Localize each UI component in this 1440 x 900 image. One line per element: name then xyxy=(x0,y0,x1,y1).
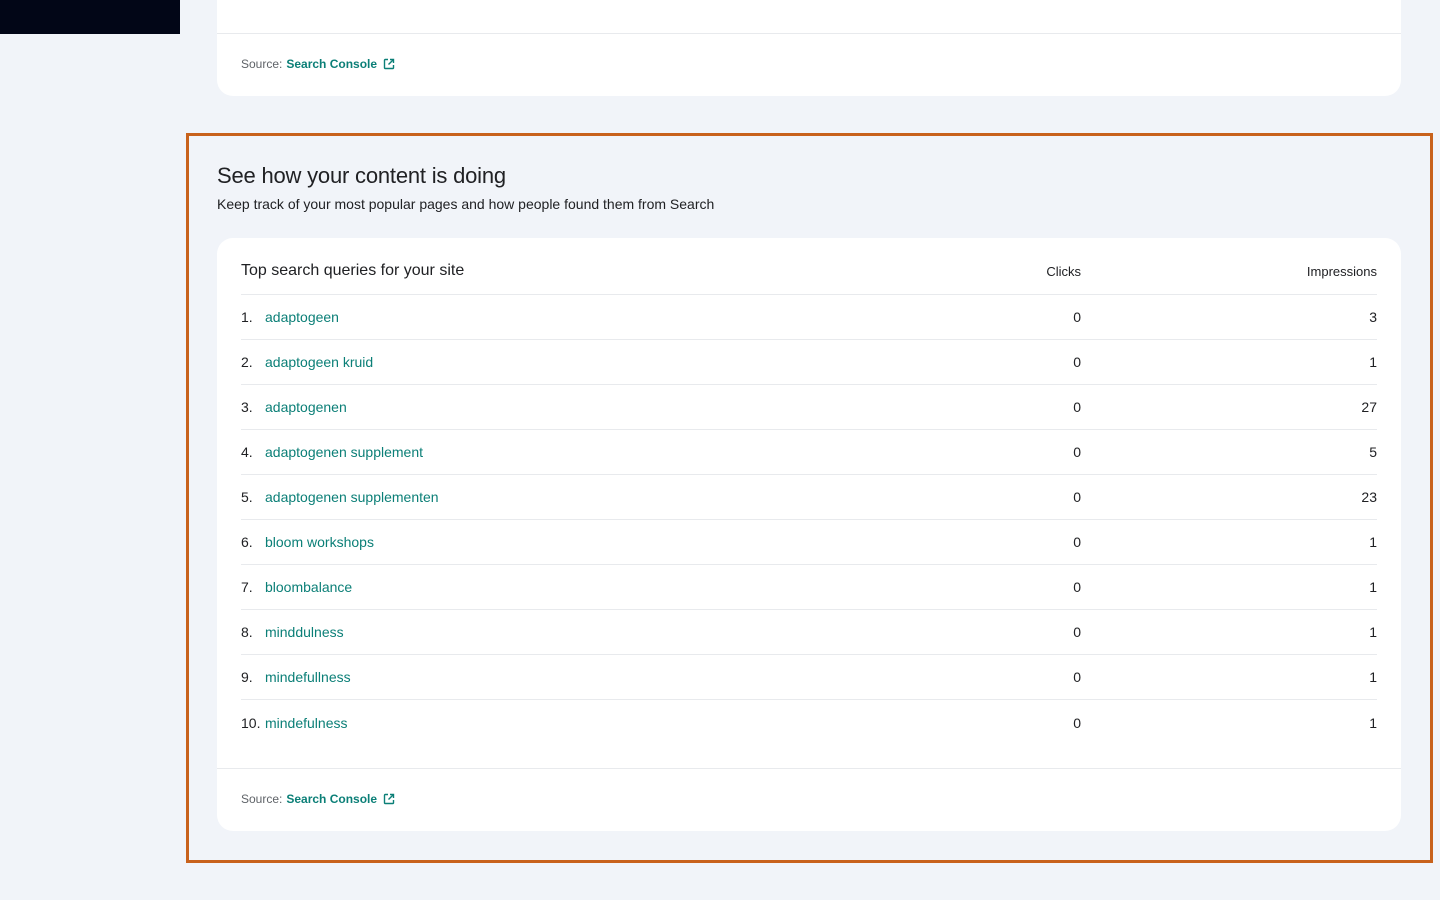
source-attribution: Source: Search Console xyxy=(241,792,395,806)
column-header-impressions: Impressions xyxy=(1306,263,1377,279)
row-clicks: 0 xyxy=(1073,669,1081,685)
query-link[interactable]: adaptogeen xyxy=(265,309,961,325)
query-link[interactable]: adaptogenen supplement xyxy=(265,444,961,460)
source-attribution: Source: Search Console xyxy=(241,57,395,71)
row-impressions: 1 xyxy=(1369,714,1377,731)
source-label: Source: xyxy=(241,792,283,806)
row-impressions: 3 xyxy=(1369,309,1377,325)
row-impressions: 1 xyxy=(1369,579,1377,595)
row-rank: 8. xyxy=(241,624,253,640)
previous-report-card: Source: Search Console xyxy=(217,0,1401,96)
query-link[interactable]: mindefullness xyxy=(265,669,961,685)
row-impressions: 5 xyxy=(1369,444,1377,460)
section-subtitle: Keep track of your most popular pages an… xyxy=(217,196,715,212)
table-header: Top search queries for your site Clicks … xyxy=(241,238,1377,295)
table-row: 7. bloombalance 0 1 xyxy=(241,565,1377,610)
table-row: 2. adaptogeen kruid 0 1 xyxy=(241,340,1377,385)
external-link-icon xyxy=(383,58,395,70)
row-impressions: 1 xyxy=(1369,354,1377,370)
row-rank: 3. xyxy=(241,399,253,415)
external-link-icon xyxy=(383,793,395,805)
query-link[interactable]: adaptogenen supplementen xyxy=(265,489,961,505)
query-link[interactable]: mindefulness xyxy=(265,715,961,731)
card-divider xyxy=(217,33,1401,34)
search-console-link[interactable]: Search Console xyxy=(286,57,395,71)
query-link[interactable]: adaptogeen kruid xyxy=(265,354,961,370)
row-clicks: 0 xyxy=(1073,579,1081,595)
sidebar-header-block xyxy=(0,0,180,34)
table-row: 5. adaptogenen supplementen 0 23 xyxy=(241,475,1377,520)
row-impressions: 1 xyxy=(1369,669,1377,685)
row-clicks: 0 xyxy=(1073,714,1081,731)
row-clicks: 0 xyxy=(1073,624,1081,640)
table-row: 3. adaptogenen 0 27 xyxy=(241,385,1377,430)
search-console-link-text: Search Console xyxy=(286,792,378,806)
row-clicks: 0 xyxy=(1073,354,1081,370)
row-impressions: 1 xyxy=(1369,624,1377,640)
row-rank: 1. xyxy=(241,309,253,325)
row-clicks: 0 xyxy=(1073,534,1081,550)
table-row: 4. adaptogenen supplement 0 5 xyxy=(241,430,1377,475)
column-header-clicks: Clicks xyxy=(1046,263,1081,279)
query-link[interactable]: minddulness xyxy=(265,624,961,640)
search-console-link[interactable]: Search Console xyxy=(286,792,395,806)
table-row: 9. mindefullness 0 1 xyxy=(241,655,1377,700)
source-label: Source: xyxy=(241,57,283,71)
row-rank: 6. xyxy=(241,534,253,550)
row-rank: 4. xyxy=(241,444,253,460)
row-impressions: 1 xyxy=(1369,534,1377,550)
row-impressions: 23 xyxy=(1361,489,1377,505)
row-clicks: 0 xyxy=(1073,309,1081,325)
top-queries-card: Top search queries for your site Clicks … xyxy=(217,238,1401,831)
section-title: See how your content is doing xyxy=(217,163,506,188)
row-clicks: 0 xyxy=(1073,489,1081,505)
query-link[interactable]: adaptogenen xyxy=(265,399,961,415)
table-row: 10. mindefulness 0 1 xyxy=(241,700,1377,745)
query-link[interactable]: bloombalance xyxy=(265,579,961,595)
row-clicks: 0 xyxy=(1073,444,1081,460)
query-link[interactable]: bloom workshops xyxy=(265,534,961,550)
search-console-link-text: Search Console xyxy=(286,57,378,71)
table-row: 1. adaptogeen 0 3 xyxy=(241,295,1377,340)
table-row: 6. bloom workshops 0 1 xyxy=(241,520,1377,565)
row-clicks: 0 xyxy=(1073,399,1081,415)
row-rank: 10. xyxy=(241,714,261,731)
row-rank: 7. xyxy=(241,579,253,595)
query-rows: 1. adaptogeen 0 3 2. adaptogeen kruid 0 … xyxy=(241,295,1377,745)
row-rank: 5. xyxy=(241,489,253,505)
row-rank: 9. xyxy=(241,669,253,685)
row-rank: 2. xyxy=(241,354,253,370)
table-row: 8. minddulness 0 1 xyxy=(241,610,1377,655)
table-title: Top search queries for your site xyxy=(241,262,465,279)
card-divider xyxy=(217,768,1401,769)
row-impressions: 27 xyxy=(1361,399,1377,415)
